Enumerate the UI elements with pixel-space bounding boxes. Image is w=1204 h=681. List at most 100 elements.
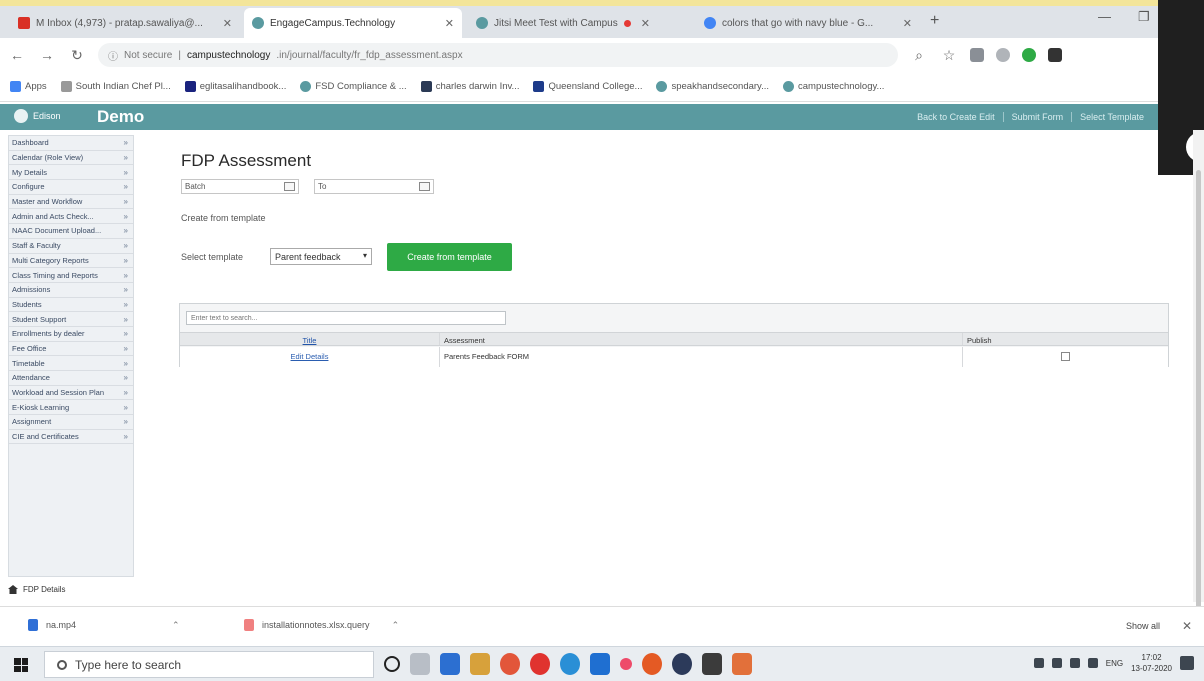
- tab-google-search[interactable]: colors that go with navy blue - G... ✕: [696, 8, 920, 38]
- sidebar-item[interactable]: Student Support »: [9, 312, 133, 327]
- sidebar-item[interactable]: Dashboard »: [9, 136, 133, 151]
- app-icon[interactable]: [732, 653, 752, 675]
- close-tab-icon[interactable]: ✕: [641, 17, 650, 30]
- sidebar-item-label: Admissions: [12, 285, 51, 295]
- puzzle-icon[interactable]: [1048, 48, 1062, 62]
- sidebar-item[interactable]: Students »: [9, 298, 133, 313]
- info-icon: ⓘ: [108, 51, 118, 63]
- volume-icon[interactable]: [1069, 658, 1080, 668]
- app-icon[interactable]: [590, 653, 610, 675]
- edit-details-link[interactable]: Edit Details: [180, 347, 440, 367]
- close-tab-icon[interactable]: ✕: [903, 17, 912, 30]
- sidebar-item[interactable]: Assignment »: [9, 415, 133, 430]
- extension-icon[interactable]: [970, 48, 984, 62]
- close-tab-icon[interactable]: ✕: [445, 17, 454, 30]
- task-view-icon[interactable]: [410, 653, 430, 675]
- extension-icon[interactable]: [996, 48, 1010, 62]
- chevron-up-icon[interactable]: [1033, 658, 1044, 668]
- bookmark-item[interactable]: South Indian Chef Pl...: [60, 81, 171, 92]
- bookmark-item[interactable]: FSD Compliance & ...: [300, 81, 407, 92]
- battery-icon[interactable]: [1087, 658, 1098, 668]
- sidebar-item[interactable]: Attendance »: [9, 371, 133, 386]
- clock[interactable]: 17:02 13-07-2020: [1131, 652, 1172, 674]
- language-indicator[interactable]: ENG: [1106, 659, 1123, 668]
- download-item[interactable]: installationnotes.xlsx.query ⌃: [244, 619, 399, 631]
- network-icon[interactable]: [1051, 658, 1062, 668]
- scroll-thumb[interactable]: [1196, 170, 1201, 620]
- zoom-icon[interactable]: ⌕: [910, 47, 928, 64]
- app-logo[interactable]: Edison: [14, 109, 61, 123]
- link-back-to-create[interactable]: Back to Create Edit: [917, 112, 995, 122]
- chevron-up-icon[interactable]: ⌃: [392, 620, 400, 631]
- sidebar-item[interactable]: Timetable »: [9, 356, 133, 371]
- star-icon[interactable]: ☆: [940, 47, 958, 64]
- calendar-icon[interactable]: [419, 182, 430, 191]
- sidebar-footer[interactable]: FDP Details: [8, 585, 66, 594]
- sidebar-item[interactable]: Admissions »: [9, 283, 133, 298]
- cortana-icon[interactable]: [384, 656, 400, 672]
- taskbar-search[interactable]: Type here to search: [44, 651, 374, 678]
- tab-gmail[interactable]: M Inbox (4,973) - pratap.sawaliya@... ✕: [10, 8, 240, 38]
- extension-icon[interactable]: [1022, 48, 1036, 62]
- app-icon[interactable]: [702, 653, 722, 675]
- bookmark-item[interactable]: charles darwin Inv...: [420, 81, 519, 92]
- search-icon: [57, 659, 67, 670]
- show-all-button[interactable]: Show all: [1126, 621, 1160, 631]
- app-icon[interactable]: [620, 658, 632, 670]
- template-select[interactable]: Parent feedback ▾: [270, 248, 372, 265]
- chevron-right-icon: »: [123, 197, 128, 207]
- create-from-template-button[interactable]: Create from template: [387, 243, 512, 271]
- minimize-icon[interactable]: —: [1098, 9, 1111, 24]
- bookmark-apps[interactable]: Apps: [10, 81, 47, 92]
- notifications-icon[interactable]: [1180, 656, 1194, 670]
- edge-icon[interactable]: [440, 653, 460, 675]
- sidebar-item[interactable]: NAAC Document Upload... »: [9, 224, 133, 239]
- chevron-up-icon[interactable]: ⌃: [172, 620, 180, 631]
- sidebar-item[interactable]: Enrollments by dealer »: [9, 327, 133, 342]
- bookmark-item[interactable]: Queensland College...: [533, 81, 642, 92]
- bookmark-item[interactable]: speakhandsecondary...: [656, 81, 769, 92]
- app-icon[interactable]: [672, 653, 692, 675]
- tab-label: EngageCampus.Technology: [270, 17, 396, 29]
- file-explorer-icon[interactable]: [470, 653, 490, 675]
- grid-search-input[interactable]: [186, 311, 506, 325]
- sidebar-item[interactable]: Configure »: [9, 180, 133, 195]
- chrome-icon[interactable]: [500, 653, 520, 675]
- windows-start-icon[interactable]: [14, 658, 28, 672]
- opera-icon[interactable]: [530, 653, 550, 675]
- tab-jitsi[interactable]: Jitsi Meet Test with Campus ✕: [468, 8, 690, 38]
- url-field[interactable]: ⓘ Not secure | campustechnology .in/journ…: [98, 43, 898, 67]
- sidebar-item[interactable]: Calendar (Role View) »: [9, 151, 133, 166]
- sidebar-item[interactable]: Multi Category Reports »: [9, 254, 133, 269]
- to-date-field[interactable]: To: [314, 179, 434, 194]
- calendar-icon[interactable]: [284, 182, 295, 191]
- sidebar-item[interactable]: Staff & Faculty »: [9, 239, 133, 254]
- sidebar-item[interactable]: Workload and Session Plan »: [9, 386, 133, 401]
- from-date-field[interactable]: Batch: [181, 179, 299, 194]
- sidebar-item[interactable]: E-Kiosk Learning »: [9, 400, 133, 416]
- link-select-template[interactable]: Select Template: [1071, 112, 1144, 122]
- reload-icon[interactable]: ↻: [68, 47, 86, 64]
- new-tab-icon[interactable]: +: [930, 12, 939, 30]
- sidebar-item[interactable]: My Details »: [9, 165, 133, 181]
- publish-checkbox[interactable]: [1061, 352, 1070, 361]
- maximize-icon[interactable]: ❐: [1138, 9, 1150, 25]
- link-submit-form[interactable]: Submit Form: [1002, 112, 1063, 122]
- page-scrollbar[interactable]: [1193, 130, 1204, 620]
- sidebar-item[interactable]: CIE and Certificates »: [9, 430, 133, 445]
- app-icon[interactable]: [642, 653, 662, 675]
- column-header-title[interactable]: Title: [180, 333, 440, 345]
- download-item[interactable]: na.mp4 ⌃: [28, 619, 180, 631]
- sidebar-item[interactable]: Fee Office »: [9, 342, 133, 357]
- back-icon[interactable]: ←: [8, 47, 26, 63]
- sidebar-item[interactable]: Admin and Acts Check... »: [9, 209, 133, 225]
- close-icon[interactable]: ✕: [1182, 619, 1192, 633]
- browser-icon[interactable]: [560, 653, 580, 675]
- bookmark-item[interactable]: campustechnology...: [783, 81, 884, 92]
- tab-engage-campus[interactable]: EngageCampus.Technology ✕: [244, 8, 462, 38]
- forward-icon[interactable]: →: [38, 47, 56, 63]
- sidebar-item[interactable]: Class Timing and Reports »: [9, 268, 133, 283]
- sidebar-item[interactable]: Master and Workflow »: [9, 195, 133, 210]
- close-tab-icon[interactable]: ✕: [223, 17, 232, 30]
- bookmark-item[interactable]: eglitasalihandbook...: [184, 81, 286, 92]
